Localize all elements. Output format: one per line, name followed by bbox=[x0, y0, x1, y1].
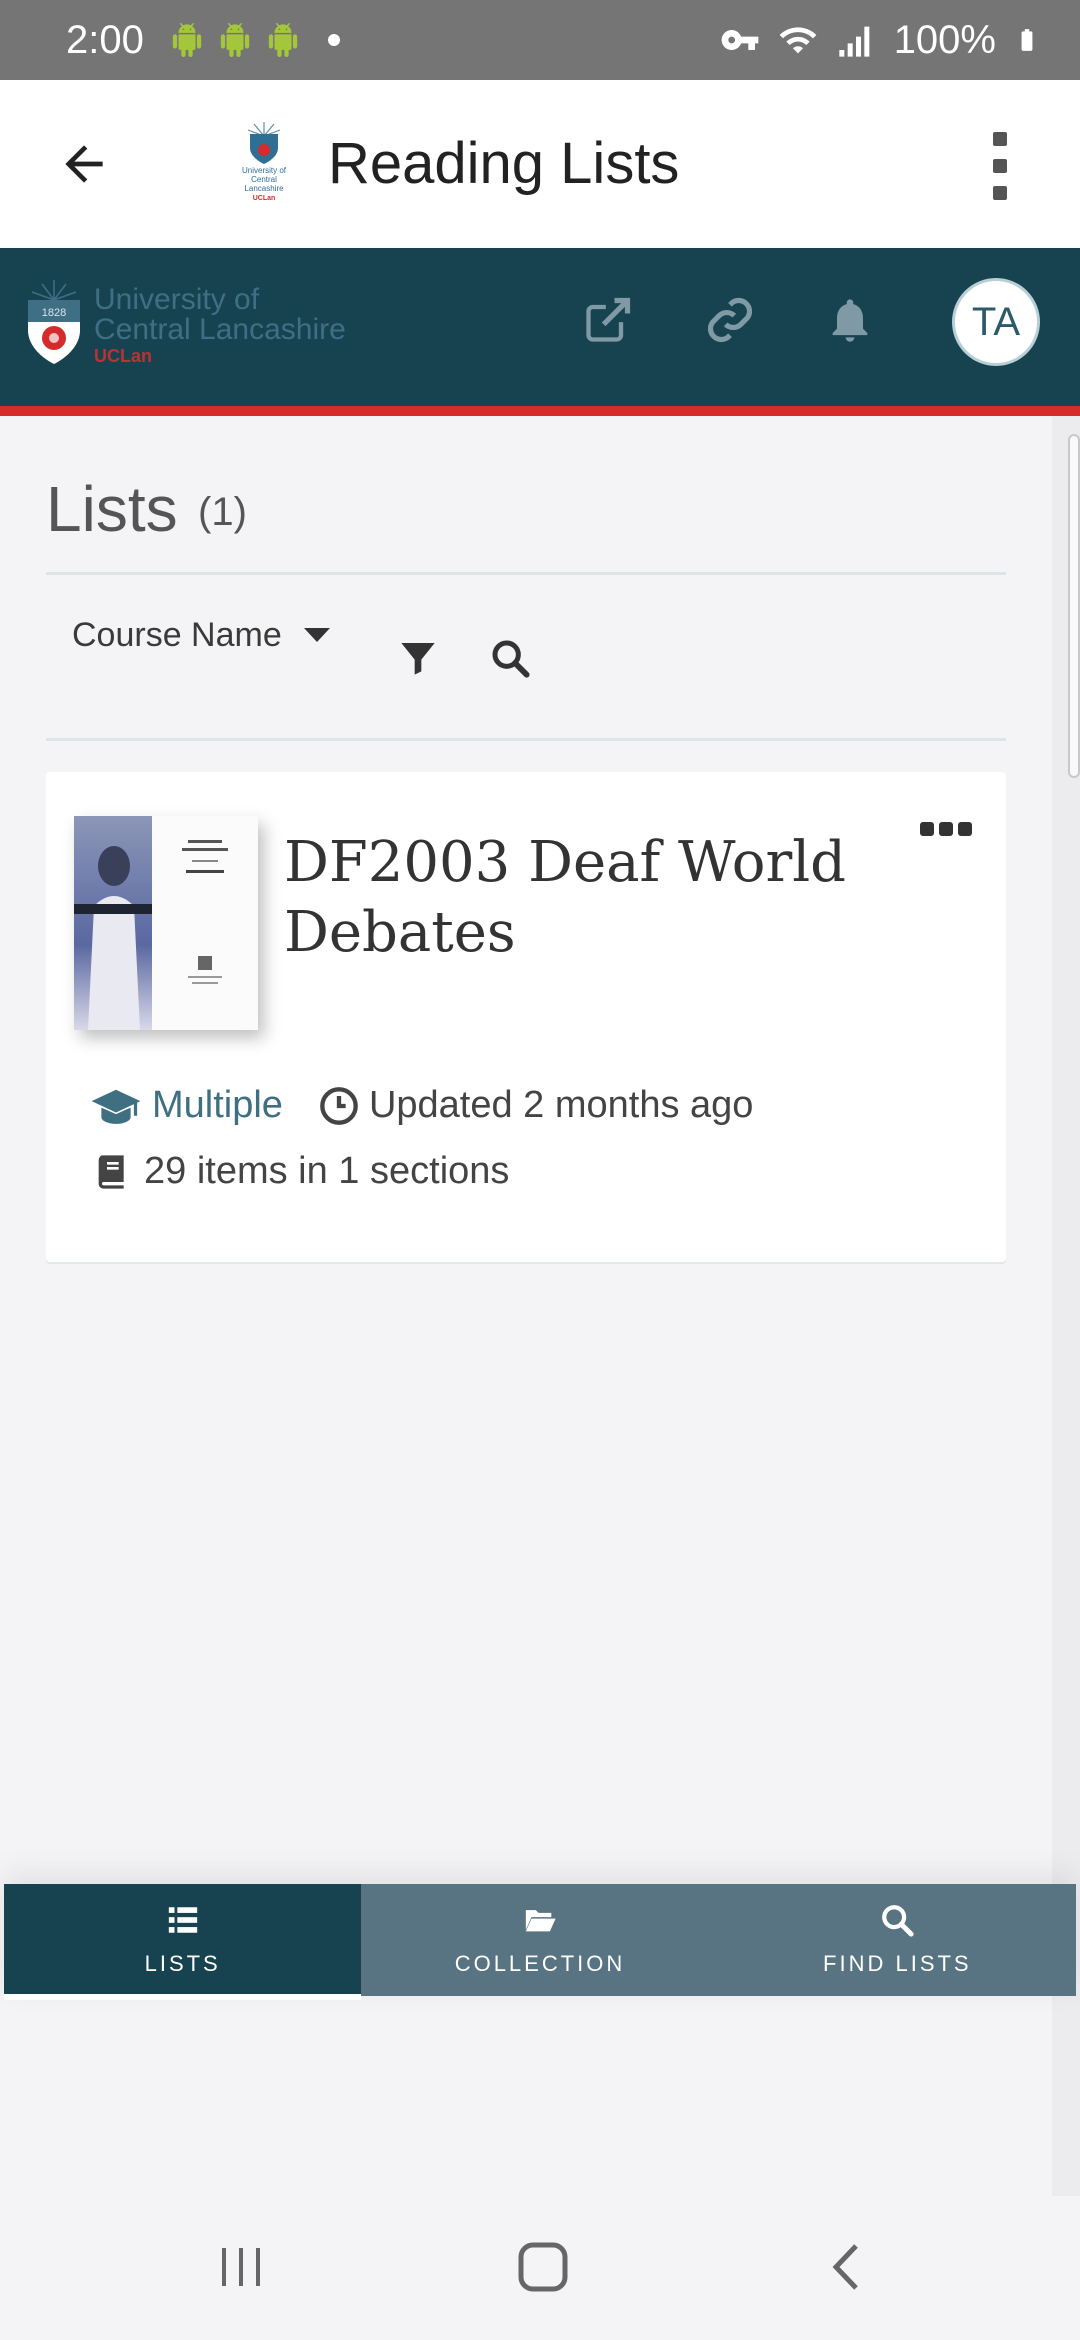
book-icon bbox=[98, 1154, 124, 1189]
status-indicators: 100% bbox=[720, 18, 1040, 63]
sort-label: Course Name bbox=[72, 616, 282, 654]
search-icon[interactable] bbox=[490, 638, 530, 678]
brand-name: University of Central Lancashire UCLan bbox=[94, 283, 346, 366]
list-icon bbox=[168, 1907, 197, 1933]
battery-percentage: 100% bbox=[893, 17, 996, 62]
nav-label: COLLECTION bbox=[454, 1951, 626, 1976]
nav-tab-collection[interactable]: COLLECTION bbox=[361, 1884, 719, 1996]
bottom-navigation: LISTS COLLECTION FIND LISTS bbox=[4, 1884, 1076, 2000]
svg-text:Lancashire: Lancashire bbox=[244, 184, 284, 193]
user-avatar[interactable]: TA bbox=[952, 278, 1040, 366]
list-meta-row: Multiple Updated 2 months ago bbox=[90, 1084, 753, 1127]
external-link-icon bbox=[586, 297, 631, 342]
uclan-crest-icon: University of Central Lancashire UCLan bbox=[242, 122, 287, 202]
home-icon bbox=[518, 2242, 568, 2292]
open-external-button[interactable] bbox=[578, 290, 638, 350]
android-icon bbox=[172, 23, 202, 57]
recent-apps-icon bbox=[222, 2248, 260, 2286]
wifi-icon bbox=[779, 27, 817, 54]
divider bbox=[46, 572, 1006, 575]
notification-dot bbox=[327, 34, 340, 46]
course-link[interactable]: Multiple bbox=[152, 1084, 283, 1127]
clock-icon bbox=[320, 1086, 358, 1125]
link-button[interactable] bbox=[700, 290, 760, 350]
back-button[interactable] bbox=[52, 132, 116, 196]
divider bbox=[46, 738, 1006, 741]
search-icon bbox=[882, 1905, 914, 1937]
more-horiz-icon bbox=[920, 822, 934, 836]
signal-icon bbox=[839, 26, 870, 57]
home-button[interactable] bbox=[508, 2232, 578, 2302]
notifications-button[interactable] bbox=[820, 290, 880, 350]
sort-dropdown[interactable]: Course Name bbox=[72, 616, 330, 655]
graduation-cap-icon bbox=[91, 1089, 141, 1124]
book-cover-spine bbox=[74, 816, 152, 1030]
system-navigation-bar bbox=[0, 2196, 1080, 2340]
uclan-crest-icon: 1828 bbox=[28, 280, 80, 364]
recent-apps-button[interactable] bbox=[206, 2232, 276, 2302]
app-logo: University of Central Lancashire UCLan bbox=[228, 118, 300, 210]
caret-down-icon bbox=[303, 627, 330, 642]
svg-text:Central: Central bbox=[251, 175, 277, 184]
app-title: Reading Lists bbox=[328, 131, 680, 196]
svg-text:UCLan: UCLan bbox=[253, 195, 276, 202]
overflow-menu-button[interactable] bbox=[980, 132, 1020, 200]
status-time: 2:00 bbox=[66, 17, 144, 62]
nav-label: FIND LISTS bbox=[823, 1951, 972, 1976]
link-icon bbox=[707, 297, 753, 343]
svg-text:University of: University of bbox=[242, 166, 287, 175]
system-back-button[interactable] bbox=[812, 2232, 882, 2302]
arrow-back-icon bbox=[65, 145, 103, 183]
book-cover-page bbox=[152, 816, 258, 1030]
updated-text: Updated 2 months ago bbox=[368, 1084, 754, 1126]
battery-icon bbox=[1021, 29, 1033, 51]
vpn-key-icon bbox=[721, 30, 759, 50]
list-items-row: 29 items in 1 sections bbox=[90, 1150, 509, 1193]
nav-label: LISTS bbox=[144, 1951, 221, 1976]
android-icon bbox=[220, 23, 250, 57]
nav-tab-lists[interactable]: LISTS bbox=[4, 1884, 362, 2000]
app-bar: University of Central Lancashire UCLan R… bbox=[0, 80, 1080, 248]
filter-icon[interactable] bbox=[398, 638, 438, 678]
brand-logo: 1828 University of Central Lancashire UC… bbox=[24, 276, 346, 374]
folder-open-icon bbox=[525, 1910, 556, 1932]
list-title[interactable]: DF2003 Deaf World Debates bbox=[284, 828, 904, 968]
cover-portrait-icon bbox=[74, 846, 152, 1030]
chevron-left-icon bbox=[832, 2244, 858, 2290]
scrollbar-thumb[interactable] bbox=[1068, 434, 1080, 778]
card-more-button[interactable] bbox=[920, 822, 972, 836]
bell-icon bbox=[832, 299, 868, 342]
status-bar: 2:00 100% bbox=[0, 0, 1080, 80]
brand-stripe bbox=[0, 406, 1080, 416]
items-count: 29 items in 1 sections bbox=[144, 1150, 510, 1192]
brand-header: 1828 University of Central Lancashire UC… bbox=[0, 248, 1080, 406]
more-vert-icon bbox=[993, 132, 1007, 146]
nav-tab-find-lists[interactable]: FIND LISTS bbox=[718, 1884, 1076, 1996]
android-icon bbox=[268, 23, 298, 57]
lists-count: (1) bbox=[198, 490, 247, 534]
book-cover-image bbox=[74, 816, 258, 1030]
lists-heading: Lists bbox=[46, 473, 178, 545]
svg-text:1828: 1828 bbox=[42, 307, 66, 319]
notification-icons bbox=[170, 23, 300, 57]
reading-list-card[interactable]: DF2003 Deaf World Debates Multiple Updat… bbox=[46, 772, 1006, 1262]
